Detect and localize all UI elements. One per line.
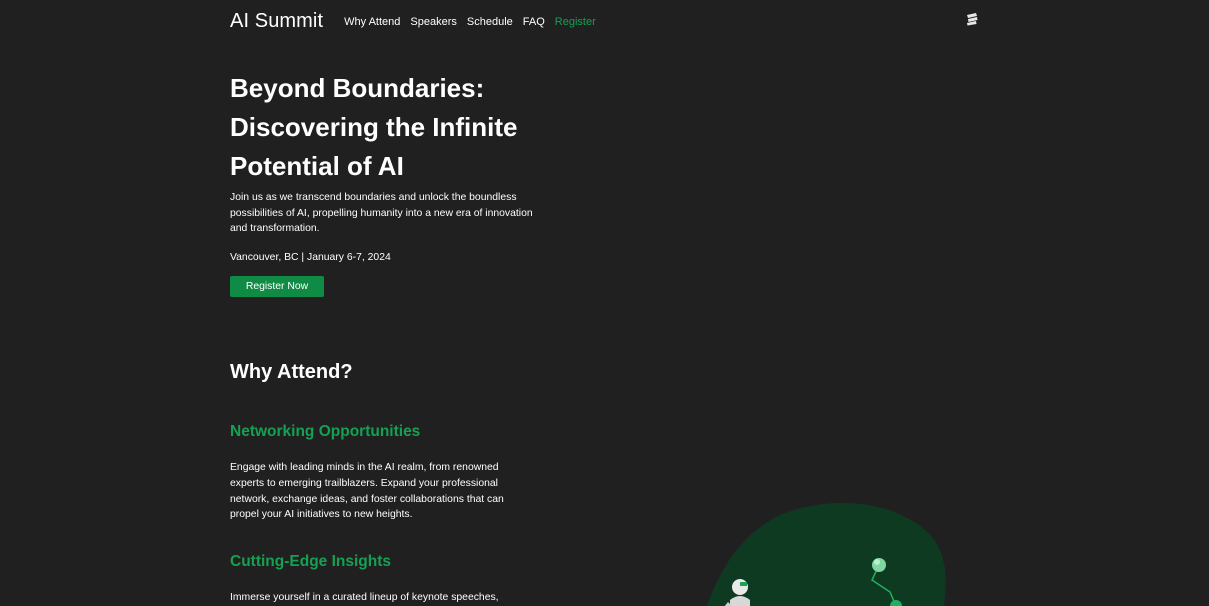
- nav-link-schedule[interactable]: Schedule: [467, 16, 513, 28]
- feature-text-insights: Immerse yourself in a curated lineup of …: [230, 592, 499, 603]
- top-nav: AI Summit Why Attend Speakers Schedule F…: [230, 8, 980, 34]
- hero-description: Join us as we transcend boundaries and u…: [230, 192, 533, 235]
- feature-title-insights: Cutting-Edge Insights: [230, 553, 392, 570]
- page: AI Summit Why Attend Speakers Schedule F…: [0, 0, 1209, 606]
- brand-logo[interactable]: AI Summit: [230, 10, 323, 33]
- hero-title: Beyond Boundaries: Discovering the Infin…: [230, 73, 518, 181]
- event-location-date: Vancouver, BC | January 6-7, 2024: [230, 252, 391, 263]
- register-now-button[interactable]: Register Now: [230, 276, 324, 297]
- why-attend-heading: Why Attend?: [230, 361, 353, 383]
- feature-title-networking: Networking Opportunities: [230, 423, 421, 440]
- nav-link-why-attend[interactable]: Why Attend: [344, 16, 400, 28]
- robot-illustration: [707, 503, 946, 606]
- theme-toggle-icon[interactable]: [965, 12, 979, 26]
- nav-link-faq[interactable]: FAQ: [523, 16, 545, 28]
- nav-links: Why Attend Speakers Schedule FAQ Registe…: [344, 16, 596, 28]
- nav-link-speakers[interactable]: Speakers: [410, 16, 456, 28]
- feature-text-networking: Engage with leading minds in the AI real…: [230, 462, 504, 521]
- nav-link-register[interactable]: Register: [555, 16, 596, 28]
